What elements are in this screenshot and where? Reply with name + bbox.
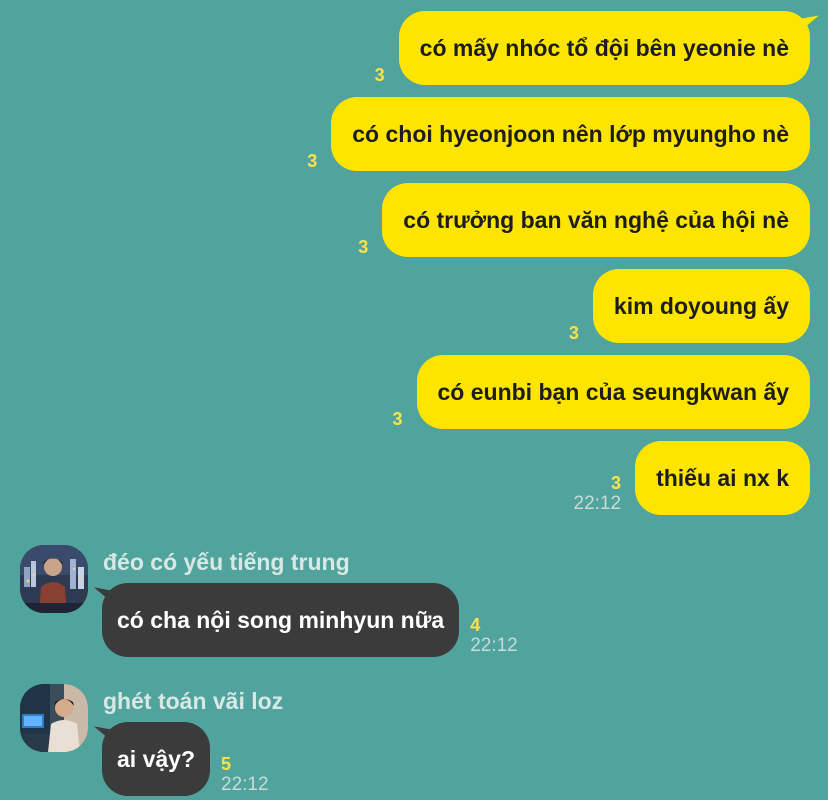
unread-count: 3	[374, 65, 385, 85]
sender-name[interactable]: ghét toán vãi loz	[103, 688, 283, 715]
outgoing-message: 3 kim doyoung ấy	[569, 269, 810, 343]
chat-room: 3 có mấy nhóc tổ đội bên yeonie nè 3 có …	[0, 0, 828, 800]
outgoing-message: 3 có mấy nhóc tổ đội bên yeonie nè	[375, 11, 810, 85]
message-meta: 3	[375, 65, 385, 85]
incoming-message: ai vậy? 5 22:12	[102, 722, 269, 796]
message-meta: 3	[358, 237, 368, 257]
message-meta: 3	[307, 151, 317, 171]
outgoing-message: 3 22:12 thiếu ai nx k	[574, 441, 810, 515]
user-avatar-icon[interactable]	[20, 684, 88, 752]
unread-count: 3	[611, 473, 622, 493]
unread-count: 4	[470, 615, 481, 635]
message-bubble[interactable]: có cha nội song minhyun nữa	[102, 583, 460, 657]
message-bubble[interactable]: kim doyoung ấy	[592, 269, 810, 343]
message-bubble[interactable]: có trưởng ban văn nghệ của hội nè	[382, 183, 810, 257]
message-time: 22:12	[573, 493, 622, 514]
message-meta: 4 22:12	[470, 615, 518, 657]
message-meta: 3 22:12	[574, 473, 622, 515]
outgoing-message: 3 có trưởng ban văn nghệ của hội nè	[358, 183, 810, 257]
message-meta: 5 22:12	[221, 754, 269, 796]
message-meta: 3	[569, 323, 579, 343]
message-time: 22:12	[470, 635, 518, 656]
message-bubble[interactable]: có mấy nhóc tổ đội bên yeonie nè	[398, 11, 810, 85]
unread-count: 3	[307, 151, 318, 171]
message-bubble[interactable]: có choi hyeonjoon nên lớp myungho nè	[331, 97, 810, 171]
message-bubble[interactable]: có eunbi bạn của seungkwan ấy	[416, 355, 810, 429]
unread-count: 5	[221, 754, 232, 774]
unread-count: 3	[568, 323, 579, 343]
message-meta: 3	[393, 409, 403, 429]
user-avatar-icon[interactable]	[20, 545, 88, 613]
incoming-message: có cha nội song minhyun nữa 4 22:12	[102, 583, 518, 657]
message-bubble[interactable]: thiếu ai nx k	[635, 441, 810, 515]
outgoing-message: 3 có choi hyeonjoon nên lớp myungho nè	[307, 97, 810, 171]
message-time: 22:12	[221, 774, 269, 795]
unread-count: 3	[358, 237, 369, 257]
message-bubble[interactable]: ai vậy?	[102, 722, 210, 796]
sender-name[interactable]: đéo có yếu tiếng trung	[103, 549, 350, 576]
outgoing-message: 3 có eunbi bạn của seungkwan ấy	[393, 355, 810, 429]
unread-count: 3	[392, 409, 403, 429]
